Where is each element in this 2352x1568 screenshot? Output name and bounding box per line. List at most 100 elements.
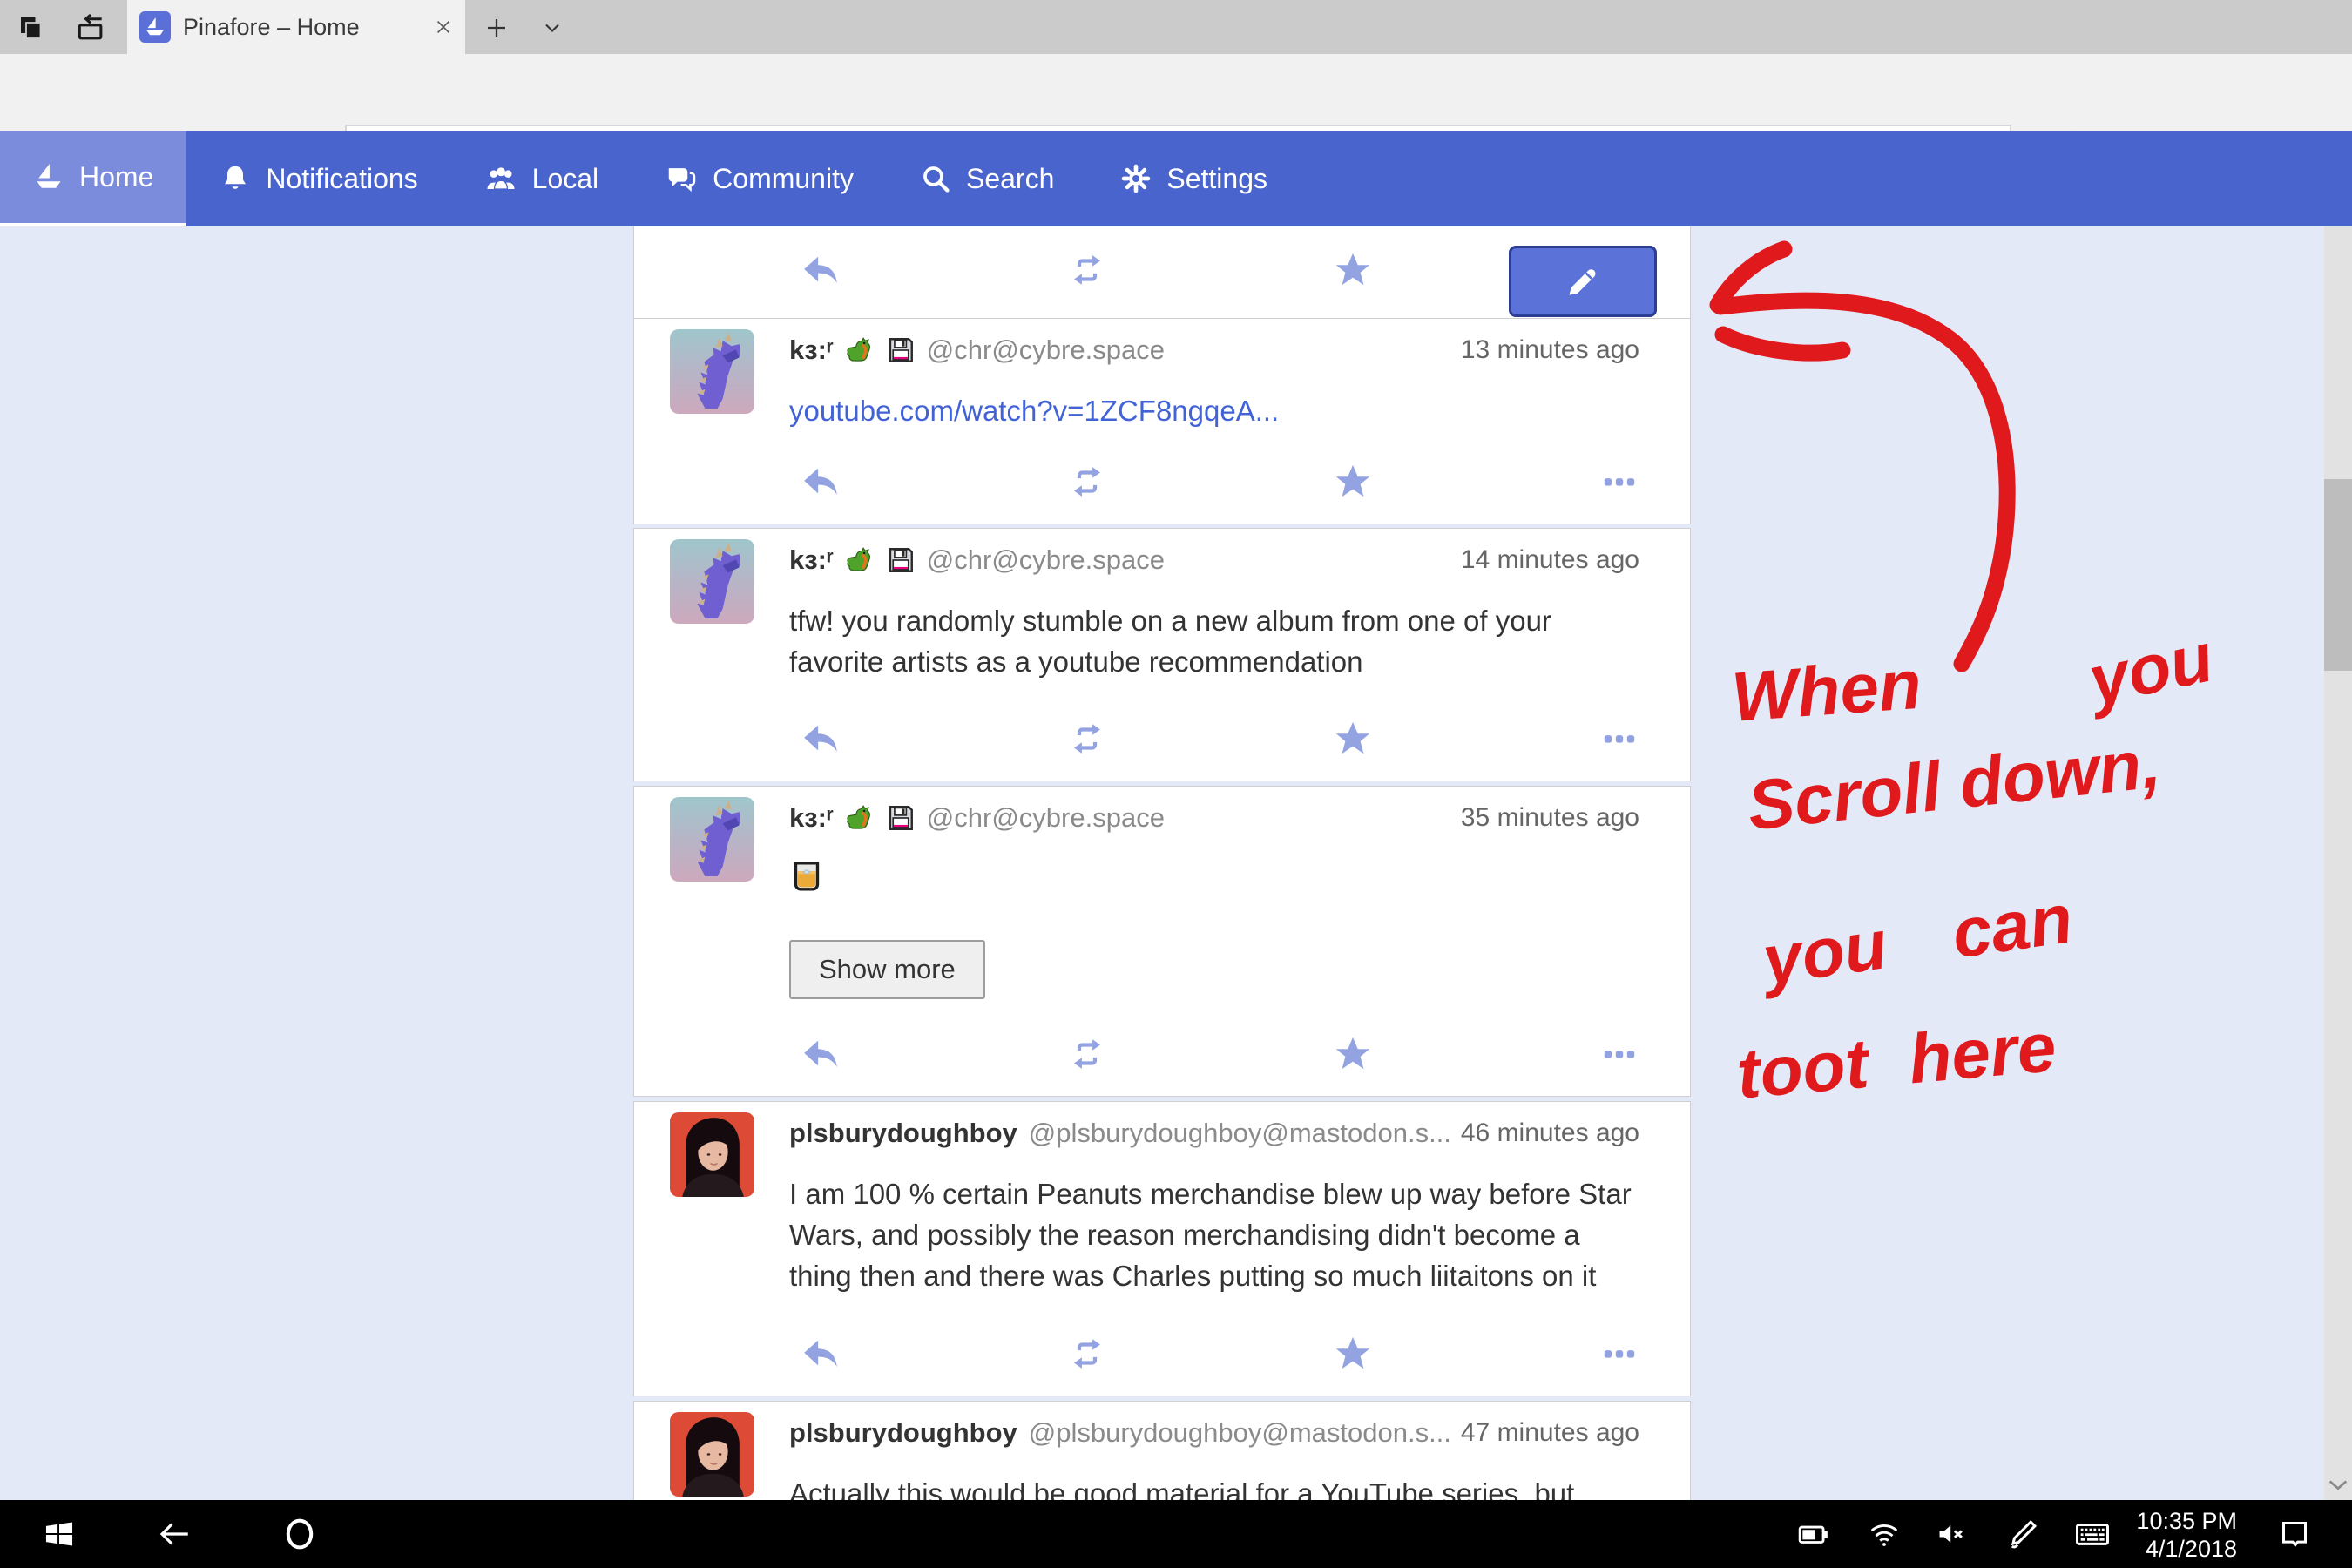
account-handle: @plsburydoughboy@mastodon.s... bbox=[1029, 1118, 1450, 1149]
clock-date: 4/1/2018 bbox=[2108, 1535, 2237, 1563]
reply-arrow-icon[interactable] bbox=[800, 461, 841, 503]
username: plsburydoughboy bbox=[789, 1118, 1017, 1149]
boost-icon[interactable] bbox=[1066, 1333, 1108, 1375]
username: plsburydoughboy bbox=[789, 1417, 1017, 1449]
reply-arrow-icon[interactable] bbox=[800, 1033, 841, 1075]
compose-toot-button[interactable] bbox=[1509, 246, 1657, 317]
nav-tab-search[interactable]: Search bbox=[887, 131, 1087, 226]
nav-label: Notifications bbox=[266, 163, 417, 195]
new-tab-icon[interactable] bbox=[481, 12, 512, 44]
ellipsis-icon[interactable] bbox=[1598, 461, 1640, 503]
account-handle: @chr@cybre.space bbox=[927, 802, 1165, 834]
scrollbar-thumb[interactable] bbox=[2324, 479, 2352, 671]
tab-title: Pinafore – Home bbox=[183, 14, 422, 41]
nav-tab-notifications[interactable]: Notifications bbox=[186, 131, 450, 226]
search-icon bbox=[920, 163, 951, 194]
scrollbar-track[interactable] bbox=[2324, 226, 2352, 1500]
toot[interactable]: kз:ʳ @chr@cybre.space 14 minutes ago tfw… bbox=[633, 528, 1691, 781]
wifi-icon[interactable] bbox=[1865, 1515, 1903, 1553]
toot-meta: kз:ʳ @chr@cybre.space 35 minutes ago bbox=[789, 802, 1639, 834]
toot[interactable]: kз:ʳ @chr@cybre.space 35 minutes ago Sho… bbox=[633, 786, 1691, 1097]
taskbar-clock[interactable]: 10:35 PM 4/1/2018 bbox=[2108, 1507, 2237, 1563]
start-button-icon[interactable] bbox=[40, 1515, 78, 1553]
toot-body bbox=[789, 856, 1639, 895]
account-handle: @chr@cybre.space bbox=[927, 335, 1165, 366]
star-icon[interactable] bbox=[1332, 249, 1374, 291]
timestamp: 14 minutes ago bbox=[1461, 545, 1639, 575]
reply-arrow-icon[interactable] bbox=[800, 718, 841, 760]
timeline: kз:ʳ @chr@cybre.space 13 minutes ago you… bbox=[633, 226, 1691, 1500]
account-handle: @chr@cybre.space bbox=[927, 544, 1165, 576]
browser-tab[interactable]: Pinafore – Home bbox=[127, 0, 465, 54]
nav-tab-community[interactable]: Community bbox=[632, 131, 887, 226]
boost-icon[interactable] bbox=[1066, 718, 1108, 760]
reply-arrow-icon[interactable] bbox=[800, 1333, 841, 1375]
battery-icon[interactable] bbox=[1794, 1515, 1833, 1553]
ellipsis-icon[interactable] bbox=[1598, 1033, 1640, 1075]
dragon-emoji bbox=[845, 545, 875, 575]
reply-arrow-icon[interactable] bbox=[800, 249, 841, 291]
boost-icon[interactable] bbox=[1066, 1033, 1108, 1075]
gear-icon bbox=[1120, 163, 1152, 194]
set-tabs-aside-icon[interactable] bbox=[12, 9, 51, 47]
desktop: Pinafore – Home bbox=[0, 0, 2352, 1568]
toot-meta: plsburydoughboy @plsburydoughboy@mastodo… bbox=[789, 1417, 1639, 1449]
ink-word: When bbox=[1729, 645, 1924, 738]
avatar[interactable] bbox=[670, 329, 754, 414]
show-more-button[interactable]: Show more bbox=[789, 940, 985, 999]
dragon-emoji bbox=[845, 335, 875, 365]
avatar[interactable] bbox=[670, 1112, 754, 1197]
restore-tabs-icon[interactable] bbox=[71, 9, 110, 47]
timestamp: 13 minutes ago bbox=[1461, 335, 1639, 365]
touch-keyboard-icon[interactable] bbox=[2073, 1515, 2112, 1553]
bell-icon bbox=[220, 163, 251, 194]
floppy-disk-emoji bbox=[886, 335, 916, 365]
toot-meta: kз:ʳ @chr@cybre.space 13 minutes ago bbox=[789, 335, 1639, 366]
action-center-icon[interactable] bbox=[2275, 1515, 2314, 1553]
close-tab-icon[interactable] bbox=[434, 17, 453, 37]
avatar[interactable] bbox=[670, 1412, 754, 1497]
toot-actions bbox=[789, 1333, 1639, 1375]
toot[interactable]: plsburydoughboy @plsburydoughboy@mastodo… bbox=[633, 1101, 1691, 1396]
nav-tab-local[interactable]: Local bbox=[451, 131, 632, 226]
toot-link[interactable]: youtube.com/watch?v=1ZCF8ngqeA... bbox=[789, 395, 1279, 427]
taskbar-back-icon[interactable] bbox=[155, 1515, 193, 1553]
toot-meta: plsburydoughboy @plsburydoughboy@mastodo… bbox=[789, 1118, 1639, 1149]
ink-line: Scroll down, bbox=[1744, 723, 2165, 846]
people-icon bbox=[484, 162, 517, 195]
star-icon[interactable] bbox=[1332, 1333, 1374, 1375]
account-handle: @plsburydoughboy@mastodon.s... bbox=[1029, 1417, 1450, 1449]
pen-icon[interactable] bbox=[2004, 1515, 2042, 1553]
toot[interactable]: kз:ʳ @chr@cybre.space 13 minutes ago you… bbox=[633, 318, 1691, 524]
nav-tab-settings[interactable]: Settings bbox=[1087, 131, 1301, 226]
timestamp: 35 minutes ago bbox=[1461, 803, 1639, 833]
nav-label: Settings bbox=[1166, 163, 1267, 195]
boost-icon[interactable] bbox=[1066, 249, 1108, 291]
ink-line: toot here bbox=[1734, 1007, 2059, 1115]
star-icon[interactable] bbox=[1332, 718, 1374, 760]
scroll-down-chevron-icon[interactable] bbox=[2326, 1476, 2350, 1493]
star-icon[interactable] bbox=[1332, 1033, 1374, 1075]
toot-text: I am 100 % certain Peanuts merchandise b… bbox=[789, 1173, 1647, 1296]
username: kз:ʳ bbox=[789, 544, 834, 576]
tab-preview-chevron-icon[interactable] bbox=[537, 12, 568, 44]
ellipsis-icon[interactable] bbox=[1598, 1333, 1640, 1375]
username: kз:ʳ bbox=[789, 802, 834, 834]
chat-bubbles-icon bbox=[665, 162, 698, 195]
toot-body: youtube.com/watch?v=1ZCF8ngqeA... bbox=[789, 390, 1639, 431]
pencil-icon bbox=[1564, 262, 1602, 301]
toot-meta: kз:ʳ @chr@cybre.space 14 minutes ago bbox=[789, 544, 1639, 576]
ellipsis-icon[interactable] bbox=[1598, 718, 1640, 760]
floppy-disk-emoji bbox=[886, 803, 916, 833]
show-more-wrap: Show more bbox=[789, 940, 985, 999]
avatar[interactable] bbox=[670, 797, 754, 882]
cortana-icon[interactable] bbox=[280, 1515, 319, 1553]
star-icon[interactable] bbox=[1332, 461, 1374, 503]
nav-tab-home[interactable]: Home bbox=[0, 131, 186, 226]
clock-time: 10:35 PM bbox=[2108, 1507, 2237, 1535]
avatar[interactable] bbox=[670, 539, 754, 624]
volume-muted-icon[interactable] bbox=[1932, 1515, 1970, 1553]
browser-address-row: https://dev.pinafore.social/ bbox=[0, 54, 2352, 131]
nav-label: Local bbox=[532, 163, 599, 195]
boost-icon[interactable] bbox=[1066, 461, 1108, 503]
